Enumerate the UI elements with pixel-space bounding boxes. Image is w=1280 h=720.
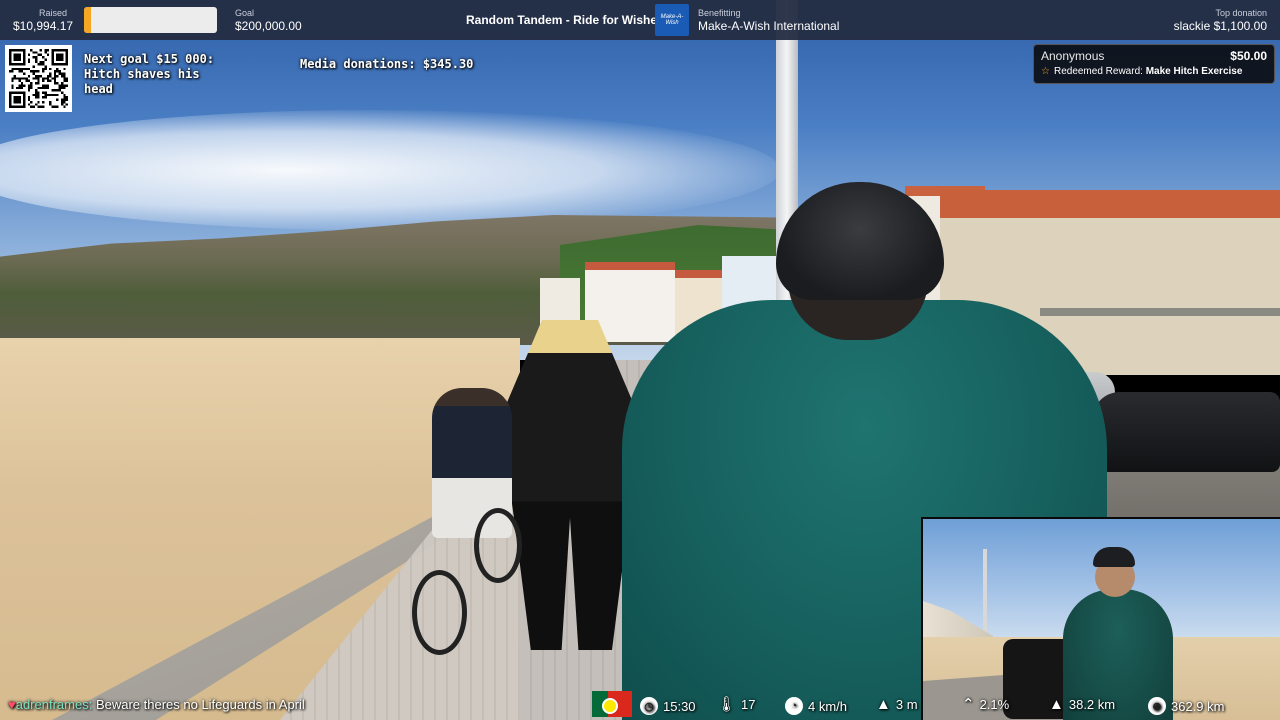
speed-value: 4 km/h xyxy=(808,698,848,714)
time-value: 15:30 xyxy=(663,698,696,714)
chat-username: adrenframes: xyxy=(15,697,93,712)
media-donations: Media donations: $345.30 xyxy=(300,57,474,71)
bicycle xyxy=(412,500,527,660)
grade-stat: ⌃ 2.1% xyxy=(962,697,1009,712)
star-icon: ☆ xyxy=(1041,66,1050,77)
time-stat: ◷ 15:30 xyxy=(640,697,696,715)
top-donation-label: Top donation xyxy=(1215,8,1267,18)
globe-icon: ⊕ xyxy=(1148,697,1166,715)
top-bar: Raised $10,994.17 Goal $200,000.00 Rando… xyxy=(0,0,1280,40)
donation-progress-bar xyxy=(84,7,217,33)
alert-reward-line: ☆ Redeemed Reward: Make Hitch Exercise xyxy=(1041,66,1242,77)
alert-amount: $50.00 xyxy=(1230,49,1267,63)
benefitting-label: Benefitting xyxy=(698,8,741,18)
reward-name: Make Hitch Exercise xyxy=(1145,66,1243,77)
portugal-flag-icon xyxy=(592,691,632,717)
chat-message: ♥adrenframes: Beware theres no Lifeguard… xyxy=(8,697,305,712)
heart-icon: ♥ xyxy=(8,697,16,712)
car xyxy=(1092,392,1280,472)
facecam-pip xyxy=(921,517,1280,720)
grade-value: 2.1% xyxy=(979,697,1010,712)
mountain-icon: ▲ xyxy=(876,696,891,713)
distance-today-value: 38.2 km xyxy=(1068,697,1116,712)
progress-fill xyxy=(84,7,92,33)
goal-value: $200,000.00 xyxy=(235,19,302,33)
chevron-up-icon: ⌃ xyxy=(962,696,975,713)
chat-text: Beware theres no Lifeguards in April xyxy=(95,697,305,712)
benefitting-value: Make-A-Wish International xyxy=(698,19,840,33)
top-donation-value: slackie $1,100.00 xyxy=(1173,19,1267,33)
distance-total-value: 362.9 km xyxy=(1171,698,1225,714)
donation-alert: Anonymous $50.00 ☆ Redeemed Reward: Make … xyxy=(1033,44,1275,84)
raised-label: Raised xyxy=(39,8,68,18)
altitude-stat: ▲ 3 m xyxy=(876,697,918,712)
distance-total-stat: ⊕ 362.9 km xyxy=(1148,697,1224,715)
temperature-value: 17 xyxy=(741,697,756,712)
pip-helmet xyxy=(1093,547,1135,567)
altitude-value: 3 m xyxy=(895,697,918,712)
goal-label: Goal xyxy=(235,8,255,18)
clock-icon: ◷ xyxy=(640,697,658,715)
road-icon: ▲ xyxy=(1049,696,1064,713)
reward-prefix: Redeemed Reward: xyxy=(1053,66,1143,77)
thermometer-icon: 🌡 xyxy=(717,696,737,713)
raised-value: $10,994.17 xyxy=(13,19,74,33)
stream-title: Random Tandem - Ride for Wishes xyxy=(466,13,664,27)
speed-stat: ◔ 4 km/h xyxy=(785,697,847,715)
next-goal-text: Next goal $15 000: Hitch shaves his head xyxy=(84,52,215,96)
qr-code xyxy=(5,45,72,112)
alert-donor: Anonymous xyxy=(1041,49,1105,63)
speedometer-icon: ◔ xyxy=(785,697,803,715)
make-a-wish-logo: Make-A-Wish xyxy=(655,4,689,36)
temperature-stat: 🌡 17 xyxy=(717,697,756,712)
distance-today-stat: ▲ 38.2 km xyxy=(1049,697,1115,712)
